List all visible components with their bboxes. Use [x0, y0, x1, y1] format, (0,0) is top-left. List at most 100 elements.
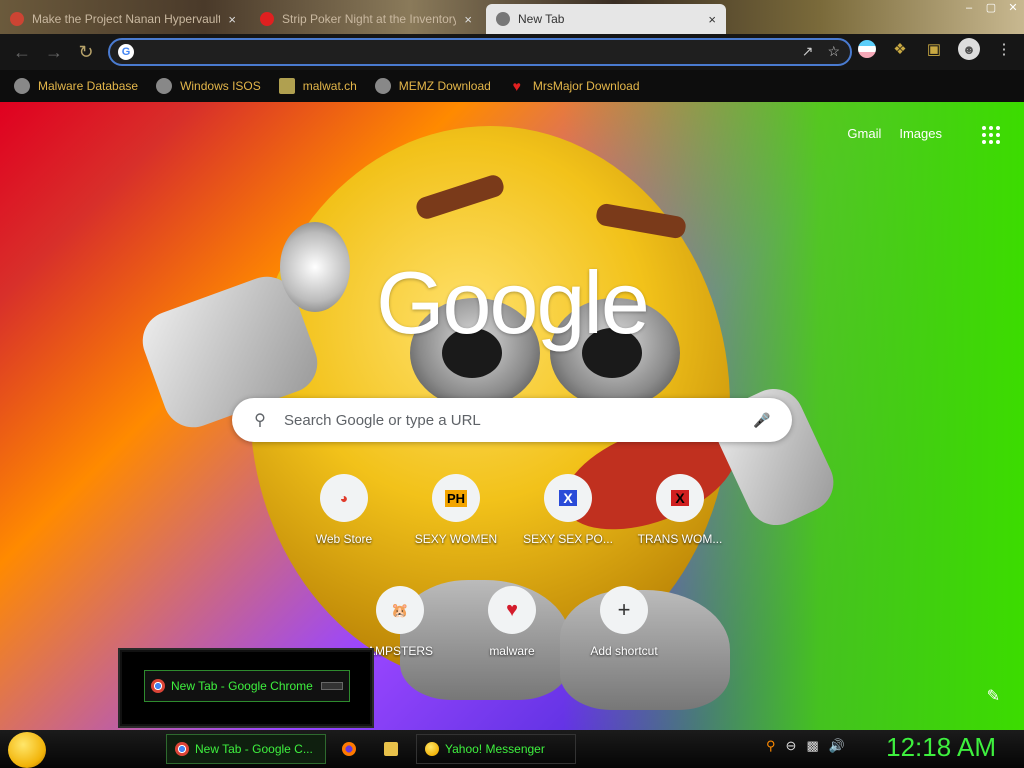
shortcut-sexy-sex-po[interactable]: X SEXY SEX PO... [512, 474, 624, 546]
share-icon[interactable]: ↗ [802, 43, 814, 60]
reload-icon: ↻ [78, 41, 94, 62]
flag-extension-icon[interactable] [858, 40, 876, 58]
arrow-left-icon: ← [13, 41, 31, 62]
reload-button[interactable]: ↻ [70, 36, 102, 68]
close-icon[interactable]: × [228, 12, 236, 27]
shortcut-label: SEXY SEX PO... [523, 532, 613, 546]
new-tab-page: Gmail Images Google ⚲ Search Google or t… [0, 102, 1024, 730]
browser-toolbar: ← → ↻ G ↗ ☆ ❖ ▣ ☻ ⋮ [0, 34, 1024, 70]
shortcut-label: TRANS WOM... [637, 532, 723, 546]
folder-icon [384, 742, 398, 756]
shortcut-trans-wom[interactable]: X TRANS WOM... [624, 474, 736, 546]
add-shortcut-button[interactable]: + Add shortcut [568, 586, 680, 658]
gmail-link[interactable]: Gmail [847, 126, 881, 141]
close-window-button[interactable]: ✕ [1002, 0, 1024, 16]
chrome-icon [151, 679, 165, 693]
tab-favicon-icon [10, 12, 24, 26]
tab-new-tab[interactable]: New Tab × [486, 4, 726, 34]
task-label: Yahoo! Messenger [445, 742, 545, 756]
tab-strip: Make the Project Nanan Hypervault! × Str… [0, 0, 1024, 34]
bookmark-label: Windows ISOS [180, 79, 261, 93]
apps-grid-icon[interactable] [982, 126, 1000, 144]
arrow-right-icon: → [45, 41, 63, 62]
taskbar-clock[interactable]: 12:18 AM [886, 732, 996, 763]
bookmark-mrsmajor-download[interactable]: ♥ MrsMajor Download [509, 78, 640, 94]
close-icon[interactable]: × [708, 12, 716, 27]
bookmark-label: Malware Database [38, 79, 139, 93]
maximize-button[interactable]: ▢ [980, 0, 1002, 16]
bookmark-label: MrsMajor Download [532, 79, 640, 93]
tab-title: Strip Poker Night at the Inventory [282, 12, 457, 26]
taskbar-item-yahoo-messenger[interactable]: Yahoo! Messenger [416, 734, 576, 764]
pencil-icon[interactable]: ✎ [987, 686, 1000, 706]
heart-icon [260, 12, 274, 26]
images-link[interactable]: Images [899, 126, 942, 141]
star-icon[interactable]: ☆ [827, 43, 840, 60]
globe-icon [156, 78, 173, 94]
shortcut-label: Add shortcut [590, 644, 658, 658]
puzzle-icon[interactable]: ❖ [890, 39, 910, 59]
globe-icon [374, 78, 391, 94]
forward-button[interactable]: → [38, 36, 70, 68]
bookmark-windows-isos[interactable]: Windows ISOS [156, 78, 261, 94]
taskbar-item-explorer[interactable] [376, 734, 408, 764]
google-logo: Google [376, 253, 650, 352]
bookmark-malwatch[interactable]: malwat.ch [278, 78, 357, 94]
system-tray: ⚲ ⊖ ▩ 🔊 [766, 738, 845, 754]
bookmark-memz-download[interactable]: MEMZ Download [374, 78, 491, 94]
status-tray-icon[interactable]: ⊖ [786, 738, 797, 754]
chrome-icon [175, 742, 189, 756]
malwatch-icon [278, 78, 295, 94]
profile-avatar[interactable]: ☻ [958, 38, 980, 60]
bookmark-label: MEMZ Download [398, 79, 491, 93]
taskbar-thumbnail-preview[interactable]: New Tab - Google Chrome [118, 648, 374, 728]
yahoo-smiley-icon [425, 742, 439, 756]
close-icon[interactable]: × [464, 12, 472, 27]
speaker-icon[interactable]: 🔊 [829, 738, 845, 754]
google-g-icon: G [118, 44, 134, 60]
search-box[interactable]: ⚲ Search Google or type a URL 🎤 [232, 398, 792, 442]
minimize-button[interactable]: – [958, 0, 980, 16]
search-tray-icon[interactable]: ⚲ [766, 738, 776, 754]
firefox-icon [342, 742, 356, 756]
shortcut-malware[interactable]: ♥ malware [456, 586, 568, 658]
microphone-icon[interactable]: 🎤 [752, 410, 772, 430]
thumbnail-close-bar[interactable] [321, 682, 343, 690]
shortcut-sexy-women[interactable]: PH SEXY WOMEN [400, 474, 512, 546]
menu-kebab-icon[interactable]: ⋮ [994, 39, 1014, 59]
ph-icon: PH [432, 474, 480, 522]
tab-2[interactable]: Strip Poker Night at the Inventory × [250, 4, 482, 34]
shortcut-label: Web Store [315, 532, 373, 546]
thumbnail-window[interactable]: New Tab - Google Chrome [144, 670, 350, 702]
address-bar[interactable]: G ↗ ☆ [108, 38, 852, 66]
tab-title: Make the Project Nanan Hypervault! [32, 12, 221, 26]
taskbar: New Tab - Google C... Yahoo! Messenger ⚲… [0, 730, 1024, 768]
task-label: New Tab - Google C... [195, 742, 313, 756]
search-input[interactable]: Search Google or type a URL [284, 412, 752, 429]
omnibox-actions: ↗ ☆ [802, 43, 840, 60]
thumbnail-title: New Tab - Google Chrome [171, 679, 313, 693]
network-icon[interactable]: ▩ [806, 738, 818, 754]
bookmarks-bar: Malware Database Windows ISOS malwat.ch … [0, 70, 1024, 102]
shortcut-web-store[interactable]: ◕ Web Store [288, 474, 400, 546]
tab-1[interactable]: Make the Project Nanan Hypervault! × [0, 4, 246, 34]
window-controls: – ▢ ✕ [958, 0, 1024, 16]
shortcut-label: malware [489, 644, 535, 658]
side-panel-icon[interactable]: ▣ [924, 39, 944, 59]
heart-icon: ♥ [488, 586, 536, 634]
taskbar-item-chrome[interactable]: New Tab - Google C... [166, 734, 326, 764]
web-store-icon: ◕ [320, 474, 368, 522]
shortcut-label: SEXY WOMEN [414, 532, 498, 546]
tab-title: New Tab [518, 12, 565, 26]
globe-icon [14, 78, 30, 94]
search-icon: ⚲ [254, 412, 266, 429]
taskbar-item-firefox[interactable] [334, 734, 366, 764]
x-blue-icon: X [544, 474, 592, 522]
plus-icon: + [600, 586, 648, 634]
back-button[interactable]: ← [6, 36, 38, 68]
x-red-icon: X [656, 474, 704, 522]
bookmark-label: malwat.ch [302, 79, 357, 93]
bookmark-malware-database[interactable]: Malware Database [14, 78, 138, 94]
start-button-smiley-icon[interactable] [8, 732, 46, 768]
new-tab-icon [496, 12, 510, 26]
